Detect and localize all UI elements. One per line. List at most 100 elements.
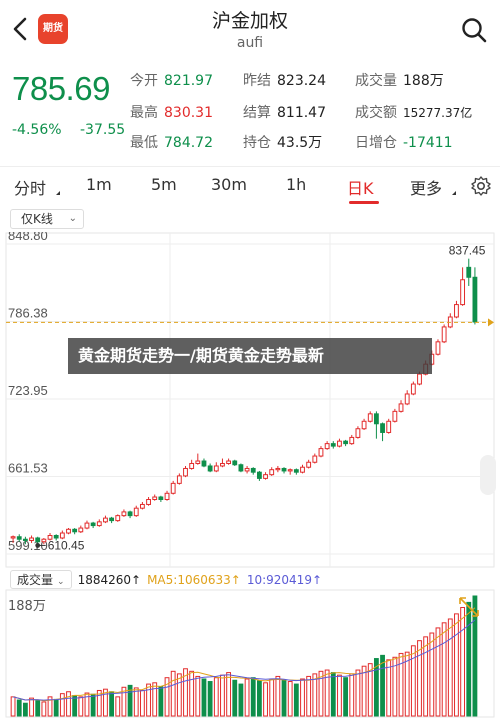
tab-5m[interactable]: 5m — [151, 175, 177, 194]
volume-bar — [139, 689, 145, 717]
volume-bar — [441, 622, 447, 717]
volume-bar — [226, 672, 232, 717]
volume-bar — [466, 601, 472, 717]
candle-body — [361, 420, 367, 430]
volume-bar — [170, 670, 176, 717]
y-tick-label: 786.38 — [8, 305, 48, 320]
candlestick-chart[interactable]: 848.80786.38723.95661.53599.10837.45610.… — [0, 232, 500, 568]
stat-item: 成交量 188万 — [355, 70, 444, 90]
volume-bar — [232, 679, 238, 717]
candle-body — [66, 528, 71, 534]
stat-item: 成交额 15277.37亿 — [355, 102, 472, 122]
candle-body — [367, 413, 373, 422]
stat-item: 最高 830.31 — [130, 102, 213, 122]
volume-bar — [454, 613, 459, 717]
candle-body — [460, 279, 466, 306]
volume-bar — [207, 681, 213, 717]
volume-bar — [176, 673, 182, 717]
volume-bar — [238, 683, 244, 717]
search-icon[interactable] — [460, 16, 488, 44]
candle-body — [84, 522, 90, 529]
volume-bar — [380, 654, 385, 717]
candle-body — [435, 341, 441, 355]
candle-body — [139, 503, 145, 509]
candle-body — [275, 467, 281, 471]
volume-bar — [287, 681, 293, 717]
stat-value: 784.72 — [164, 135, 213, 151]
tab-daily-k[interactable]: 日K — [347, 175, 374, 199]
volume-bar — [109, 691, 115, 717]
candle-body — [238, 464, 244, 472]
last-price: 785.69 — [12, 70, 110, 107]
candle-body — [96, 521, 102, 527]
volume-bar — [213, 677, 219, 717]
candle-body — [300, 466, 305, 473]
stat-value: -17411 — [403, 135, 453, 151]
stat-value: 188万 — [403, 73, 444, 89]
candle-body — [380, 423, 385, 433]
candle-body — [263, 474, 268, 479]
volume-bar — [189, 670, 195, 717]
top-bar: 期货 沪金加权 aufi — [0, 0, 500, 58]
candle-body — [115, 515, 121, 522]
volume-bar — [10, 696, 16, 717]
change-value: -37.55 — [80, 122, 126, 138]
volume-bar — [146, 683, 151, 717]
stat-value: 830.31 — [164, 105, 213, 121]
volume-bar — [41, 701, 47, 717]
stat-label: 结算 — [243, 105, 271, 121]
chevron-down-icon: ⌄ — [68, 213, 77, 224]
candle-body — [337, 440, 342, 447]
volume-bar — [22, 702, 28, 717]
candle-body — [287, 469, 293, 472]
candle-body — [318, 448, 324, 457]
stat-value: 43.5万 — [277, 135, 323, 151]
stat-item: 持仓 43.5万 — [243, 132, 322, 152]
candle-body — [293, 469, 299, 473]
candle-body — [256, 471, 262, 479]
volume-bar — [59, 693, 65, 717]
tab-more[interactable]: 更多 — [410, 175, 442, 199]
volume-bar — [330, 672, 336, 717]
volume-bar — [90, 693, 96, 717]
scroll-handle[interactable] — [480, 455, 496, 495]
candle-body — [324, 443, 330, 450]
tab-intraday[interactable]: 分时 — [14, 175, 46, 199]
candle-body — [133, 507, 139, 517]
stat-item: 最低 784.72 — [130, 132, 213, 152]
high-price-label: 837.45 — [449, 244, 486, 258]
candle-body — [121, 511, 127, 517]
candle-body — [170, 482, 176, 494]
tab-1h[interactable]: 1h — [286, 175, 306, 194]
candle-body — [454, 304, 459, 318]
kline-filter-select[interactable]: 仅K线 ⌄ — [10, 209, 84, 229]
stat-label: 成交额 — [355, 105, 397, 121]
volume-bar — [355, 669, 361, 717]
stat-label: 今开 — [130, 73, 158, 89]
gear-icon[interactable] — [470, 175, 492, 197]
page-subtitle: aufi — [236, 35, 264, 51]
candle-body — [90, 522, 96, 527]
candle-body — [29, 537, 34, 541]
candle-body — [16, 536, 22, 540]
stat-value: 811.47 — [277, 105, 326, 121]
candle-body — [176, 475, 182, 484]
stat-value: 821.97 — [164, 73, 213, 89]
candle-body — [410, 383, 416, 395]
volume-bar — [417, 640, 422, 717]
volume-bar — [349, 673, 355, 717]
candle-body — [441, 326, 447, 343]
stat-label: 成交量 — [355, 73, 397, 89]
volume-bar — [423, 636, 429, 717]
candle-body — [103, 517, 108, 523]
stat-item: 日增仓 -17411 — [355, 132, 453, 152]
volume-bar — [275, 675, 281, 717]
volume-bar — [343, 677, 349, 717]
volume-chart[interactable]: 188万 — [0, 568, 500, 718]
candle-body — [355, 428, 361, 438]
candle-body — [373, 413, 379, 425]
tab-1m[interactable]: 1m — [86, 175, 112, 194]
volume-bar — [29, 697, 34, 717]
quote-panel: 785.69 -4.56% -37.55 今开 821.97 昨结 823.24 成交量… — [0, 62, 500, 158]
tab-30m[interactable]: 30m — [211, 175, 247, 194]
